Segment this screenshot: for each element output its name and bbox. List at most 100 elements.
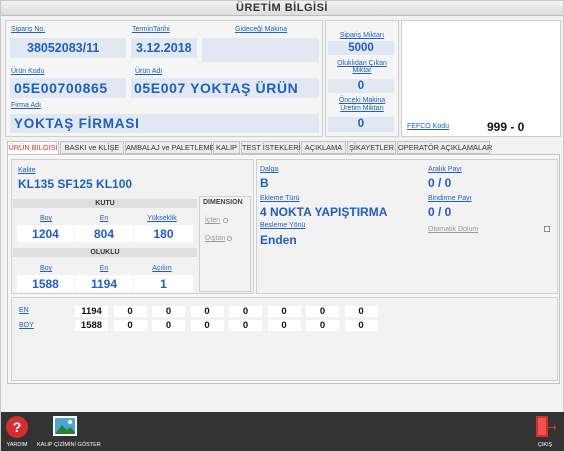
besleme-yonu-value: Enden xyxy=(260,233,297,247)
grid-en-cell[interactable]: 0 xyxy=(267,306,301,317)
oluklu-cikan-field[interactable]: 0 xyxy=(328,79,394,93)
grid-boy-cell[interactable]: 0 xyxy=(113,320,147,331)
exit-button[interactable]: ÇIKIŞ xyxy=(529,412,561,451)
oluklu-cikan-value: 0 xyxy=(357,80,365,92)
tab-baski-klise[interactable]: BASKI ve KLİŞE xyxy=(60,141,124,154)
help-button[interactable]: ? YARDIM xyxy=(1,412,31,451)
grid-en-cell[interactable]: 0 xyxy=(306,306,339,317)
tab-sikayetler[interactable]: ŞİKAYETLER xyxy=(347,141,396,154)
grid-boy-cell[interactable]: 0 xyxy=(190,320,224,331)
grid-en-label: EN xyxy=(19,307,29,314)
production-info-window: ÜRETİM BİLGİSİ Sipariş No. 38052083/11 T… xyxy=(0,0,564,451)
oluklu-acilim-label: Açılım xyxy=(152,265,172,272)
kutu-boy-field[interactable]: 1204 xyxy=(17,225,74,242)
show-die-drawing-label: KALIP ÇİZİMİNİ GÖSTER xyxy=(37,442,101,448)
kalite-value: KL135 SF125 KL100 xyxy=(18,177,133,191)
distan-option-label: Dıştan xyxy=(205,235,226,242)
kutu-en-field[interactable]: 804 xyxy=(75,225,133,242)
termin-field[interactable]: 3.12.2018 xyxy=(131,38,197,58)
window-title: ÜRETİM BİLGİSİ xyxy=(1,1,563,16)
dalga-label: Dalga xyxy=(260,166,279,173)
onceki-makina-field[interactable]: 0 xyxy=(328,117,394,132)
fefco-code-label: FEFCO Kodu xyxy=(407,123,450,130)
show-die-drawing-button[interactable]: KALIP ÇİZİMİNİ GÖSTER xyxy=(37,412,101,451)
icten-radio[interactable] xyxy=(223,218,228,223)
aralik-payi-label: Aralık Payı xyxy=(428,166,462,173)
help-label: YARDIM xyxy=(6,442,28,448)
urun-kodu-field[interactable]: 05E00700865 xyxy=(10,78,126,98)
grid-en-cell[interactable]: 0 xyxy=(190,306,224,317)
tab-ambalaj-paletleme[interactable]: AMBALAJ ve PALETLEME xyxy=(125,141,215,154)
grid-en-cell[interactable]: 0 xyxy=(152,306,185,317)
firma-adi-label: Firma Adı xyxy=(11,102,41,109)
kutu-boy-label: Boy xyxy=(39,215,53,222)
termin-label: TerminTarihi xyxy=(132,26,170,33)
urun-adi-field[interactable]: 05E007 YOKTAŞ ÜRÜN xyxy=(131,78,319,98)
bindirme-payi-label: Bindirme Payı xyxy=(428,195,472,202)
dimension-header: DIMENSION xyxy=(203,199,243,206)
oluklu-cikan-label-line1: Oluklıdan Çıkan xyxy=(337,60,387,67)
oluklu-boy-value: 1588 xyxy=(32,277,59,291)
bindirme-payi-value: 0 / 0 xyxy=(428,205,452,219)
image-icon xyxy=(53,416,77,436)
grid-en-cell[interactable]: 1194 xyxy=(75,306,108,317)
urun-adi-label: Ürün Adı xyxy=(135,68,163,75)
grid-boy-cell[interactable]: 0 xyxy=(267,320,301,331)
gidecegi-makina-field[interactable] xyxy=(202,38,319,62)
oluklu-header: OLUKLU xyxy=(13,248,197,257)
siparis-no-label: Sipariş No. xyxy=(11,26,46,33)
tab-aciklama[interactable]: AÇIKLAMA xyxy=(301,141,346,154)
gidecegi-makina-label: Gideceği Makina xyxy=(235,26,288,33)
oluklu-acilim-value: 1 xyxy=(160,277,167,291)
aralik-payi-value: 0 / 0 xyxy=(428,176,452,190)
oluklu-boy-field[interactable]: 1588 xyxy=(17,275,74,292)
tab-test-istekleri[interactable]: TEST İSTEKLERİ xyxy=(241,141,301,154)
oluklu-en-field[interactable]: 1194 xyxy=(75,275,133,292)
tab-kalip[interactable]: KALIP xyxy=(213,141,240,154)
dimension-box xyxy=(199,196,251,292)
grid-boy-cell[interactable]: 0 xyxy=(152,320,185,331)
grid-en-cell[interactable]: 0 xyxy=(344,306,378,317)
dalga-value: B xyxy=(260,176,269,190)
grid-boy-cell[interactable]: 1588 xyxy=(75,320,108,331)
kutu-header: KUTU xyxy=(13,199,197,208)
oluklu-en-label: En xyxy=(99,265,109,272)
tab-urun-bilgisi[interactable]: ÜRÜN BİLGİSİ xyxy=(7,141,59,155)
grid-en-cell[interactable]: 0 xyxy=(113,306,147,317)
siparis-miktari-field[interactable]: 5000 xyxy=(328,41,394,55)
kutu-yukseklik-label: Yükseklik xyxy=(147,215,177,222)
exit-icon xyxy=(534,415,556,439)
onceki-makina-value: 0 xyxy=(357,118,365,130)
siparis-no-field[interactable]: 38052083/11 xyxy=(10,38,126,58)
grid-en-cell[interactable]: 0 xyxy=(229,306,262,317)
kalite-label: Kalite xyxy=(18,167,36,174)
oluklu-acilim-field[interactable]: 1 xyxy=(134,275,193,292)
distan-radio[interactable] xyxy=(227,236,232,241)
bottom-toolbar: ? YARDIM KALIP ÇİZİMİNİ GÖSTER ÇIKIŞ xyxy=(1,412,564,451)
firma-adi-field[interactable]: YOKTAŞ FİRMASI xyxy=(10,114,319,133)
onceki-makina-label-line1: Önceki Makina xyxy=(338,97,386,104)
urun-kodu-label: Ürün Kodu xyxy=(11,68,45,75)
kutu-en-value: 804 xyxy=(93,227,115,241)
grid-boy-cell[interactable]: 0 xyxy=(229,320,262,331)
kutu-yukseklik-value: 180 xyxy=(153,227,174,241)
termin-value: 3.12.2018 xyxy=(136,41,192,55)
siparis-miktari-label: Sipariş Miktarı xyxy=(339,32,385,39)
ekleme-turu-value: 4 NOKTA YAPIŞTIRMA xyxy=(260,205,388,219)
grid-boy-cell[interactable]: 0 xyxy=(306,320,339,331)
siparis-no-value: 38052083/11 xyxy=(27,41,100,55)
help-icon: ? xyxy=(6,416,28,438)
grid-boy-cell[interactable]: 0 xyxy=(344,320,378,331)
fefco-image-panel xyxy=(401,20,561,137)
urun-kodu-value: 05E00700865 xyxy=(14,80,108,96)
icten-option-label: İçten xyxy=(205,217,221,224)
otomatik-dolum-checkbox[interactable] xyxy=(544,226,550,232)
tab-content-panel: Kalite KL135 SF125 KL100 KUTU Boy En Yük… xyxy=(7,154,560,384)
oluklu-cikan-label-line2: Miktar xyxy=(352,67,372,74)
siparis-miktari-value: 5000 xyxy=(348,42,374,54)
exit-label: ÇIKIŞ xyxy=(537,442,553,448)
tab-operator-aciklamalar[interactable]: OPERATÖR AÇIKLAMALAR xyxy=(397,141,492,154)
kutu-boy-value: 1204 xyxy=(32,227,59,241)
oluklu-boy-label: Boy xyxy=(39,265,53,272)
kutu-yukseklik-field[interactable]: 180 xyxy=(134,225,193,242)
